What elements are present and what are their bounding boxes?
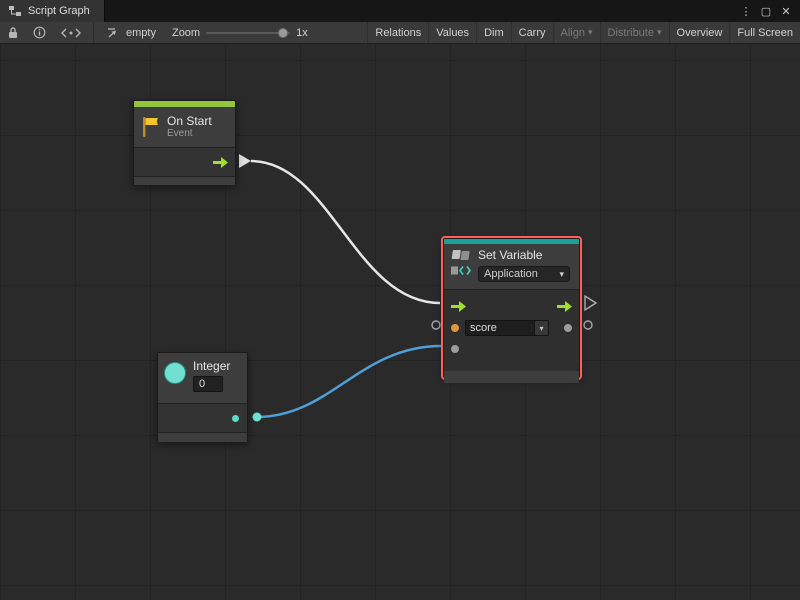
value-input-port[interactable] bbox=[451, 345, 459, 353]
set-variable-title: Set Variable bbox=[478, 249, 570, 262]
flow-input-port[interactable] bbox=[451, 301, 466, 312]
align-dropdown-icon: ▾ bbox=[588, 28, 593, 37]
name-input-port[interactable] bbox=[451, 324, 459, 332]
node-integer[interactable]: Integer 0 bbox=[157, 352, 248, 442]
toolbar-separator bbox=[93, 22, 94, 43]
integer-header: Integer 0 bbox=[158, 353, 247, 403]
integer-value-field[interactable]: 0 bbox=[193, 376, 223, 392]
graph-pointer-icon bbox=[106, 27, 121, 39]
zoom-control: Zoom 1x bbox=[164, 22, 316, 43]
graph-breadcrumb[interactable]: empty bbox=[98, 22, 164, 43]
tab-script-graph[interactable]: Script Graph bbox=[0, 0, 105, 22]
variable-name-dropdown-icon: ▾ bbox=[534, 321, 548, 335]
dim-button[interactable]: Dim bbox=[476, 22, 511, 43]
distribute-dropdown-icon: ▾ bbox=[657, 28, 662, 37]
on-start-header: On Start Event bbox=[134, 107, 235, 147]
on-start-subtitle: Event bbox=[167, 128, 212, 140]
zoom-knob[interactable] bbox=[278, 28, 288, 38]
variable-name-select[interactable]: score ▾ bbox=[465, 320, 549, 336]
variables-icon bbox=[451, 249, 471, 262]
value-output-port[interactable] bbox=[564, 324, 572, 332]
node-set-variable[interactable]: Set Variable Application ▾ bbox=[443, 238, 580, 378]
maximize-button[interactable]: ▢ bbox=[758, 5, 774, 18]
flag-icon bbox=[140, 115, 160, 139]
onstart-flow-output-connector[interactable] bbox=[239, 154, 251, 168]
set-variable-body: score ▾ bbox=[444, 290, 579, 359]
wires-layer bbox=[0, 44, 800, 600]
inspect-button[interactable] bbox=[26, 22, 53, 43]
info-icon bbox=[33, 26, 46, 39]
values-button[interactable]: Values bbox=[428, 22, 476, 43]
set-variable-icons bbox=[450, 249, 472, 277]
relations-button[interactable]: Relations bbox=[367, 22, 428, 43]
zoom-value: 1x bbox=[296, 27, 308, 39]
integer-output-connector[interactable] bbox=[253, 413, 262, 422]
flow-output-port[interactable] bbox=[557, 301, 572, 312]
lock-icon bbox=[7, 26, 19, 39]
setvariable-name-input-connector[interactable] bbox=[432, 321, 440, 329]
variable-name-value: score bbox=[466, 321, 534, 335]
node-on-start[interactable]: On Start Event bbox=[133, 100, 236, 185]
code-view-button[interactable] bbox=[53, 22, 89, 43]
flow-port-row bbox=[444, 295, 579, 317]
integer-output-port[interactable] bbox=[232, 415, 239, 422]
toolbar-buttons: Relations Values Dim Carry Align ▾ Distr… bbox=[367, 22, 800, 43]
variable-scope-dropdown[interactable]: Application ▾ bbox=[478, 266, 570, 282]
on-start-port-row bbox=[134, 148, 235, 176]
set-variable-header: Set Variable Application ▾ bbox=[444, 244, 579, 289]
value-input-row bbox=[444, 339, 579, 359]
on-start-title: On Start bbox=[167, 115, 212, 128]
variable-name-row: score ▾ bbox=[444, 317, 579, 339]
zoom-slider[interactable] bbox=[206, 32, 290, 34]
node-footer bbox=[158, 433, 247, 442]
node-footer bbox=[134, 177, 235, 185]
carry-button[interactable]: Carry bbox=[511, 22, 553, 43]
titlebar: Script Graph ⋮ ▢ ✕ bbox=[0, 0, 800, 22]
scope-dropdown-icon: ▾ bbox=[559, 270, 564, 279]
wire-onstart-to-setvariable[interactable] bbox=[251, 161, 440, 303]
fullscreen-button[interactable]: Full Screen bbox=[729, 22, 800, 43]
toolbar: empty Zoom 1x Relations Values Dim Carry… bbox=[0, 22, 800, 44]
setvariable-flow-output-connector[interactable] bbox=[585, 296, 596, 310]
integer-type-icon bbox=[164, 362, 186, 384]
close-button[interactable]: ✕ bbox=[778, 5, 794, 18]
setvariable-value-output-connector[interactable] bbox=[584, 321, 592, 329]
variable-scope-value: Application bbox=[484, 268, 538, 280]
node-footer bbox=[444, 371, 579, 383]
lock-button[interactable] bbox=[0, 22, 26, 43]
tab-title: Script Graph bbox=[28, 5, 90, 17]
overview-button[interactable]: Overview bbox=[669, 22, 730, 43]
zoom-label: Zoom bbox=[172, 27, 200, 39]
wire-integer-to-setvariable[interactable] bbox=[257, 346, 441, 417]
flow-output-port[interactable] bbox=[213, 157, 228, 168]
code-variable-icon bbox=[450, 264, 472, 277]
code-brackets-icon bbox=[60, 27, 82, 39]
breadcrumb-label: empty bbox=[126, 27, 156, 39]
window-menu-button[interactable]: ⋮ bbox=[738, 5, 754, 18]
script-graph-window: Script Graph ⋮ ▢ ✕ bbox=[0, 0, 800, 600]
distribute-button: Distribute ▾ bbox=[600, 22, 669, 43]
window-controls: ⋮ ▢ ✕ bbox=[738, 0, 800, 22]
graph-canvas[interactable]: On Start Event bbox=[0, 44, 800, 600]
integer-title: Integer bbox=[193, 360, 230, 373]
integer-port-row bbox=[158, 404, 247, 432]
align-button: Align ▾ bbox=[553, 22, 600, 43]
script-graph-icon bbox=[8, 5, 22, 17]
